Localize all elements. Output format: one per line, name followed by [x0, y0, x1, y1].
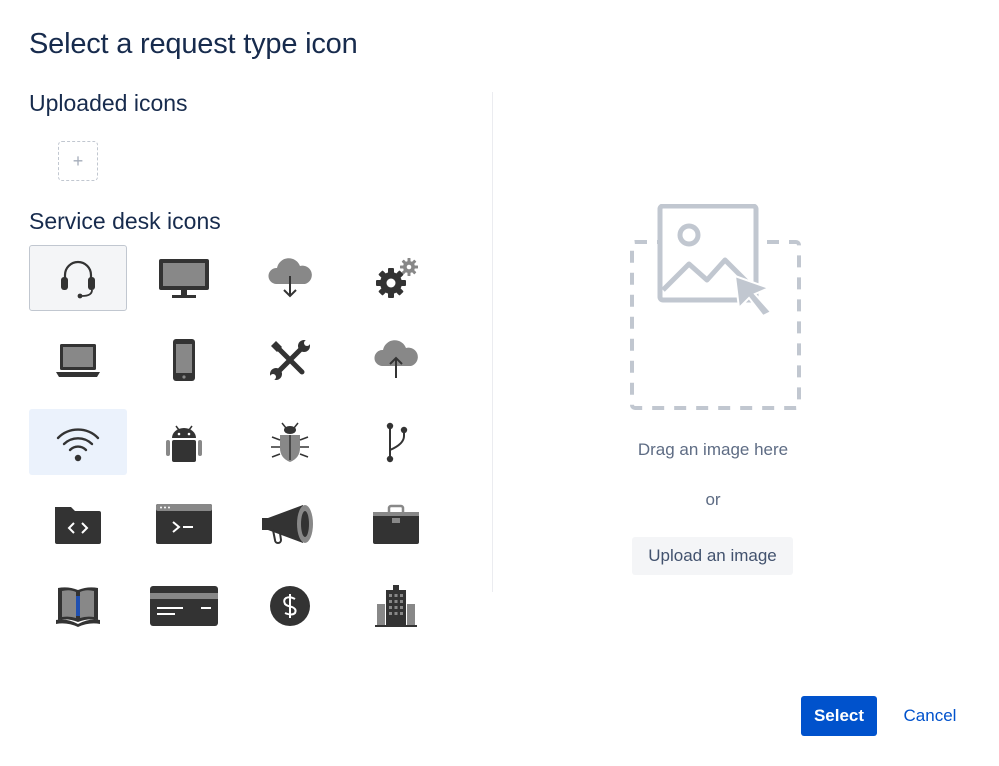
drag-image-hint: Drag an image here [637, 440, 789, 459]
laptop-icon [56, 344, 100, 377]
icon-option-partial-2[interactable] [135, 655, 233, 665]
icon-option-credit-card[interactable] [135, 573, 233, 639]
service-desk-icons-heading: Service desk icons [29, 208, 221, 234]
icon-option-laptop[interactable] [29, 327, 127, 393]
upload-image-button[interactable]: Upload an image [632, 537, 793, 575]
icon-option-briefcase[interactable] [347, 491, 445, 557]
icon-option-partial-3[interactable] [241, 655, 339, 665]
image-drop-zone[interactable]: Drag an image here or Upload an image [493, 92, 933, 592]
icon-option-bug[interactable] [241, 409, 339, 475]
icon-option-megaphone[interactable] [241, 491, 339, 557]
megaphone-icon [262, 505, 313, 544]
icon-option-code-folder[interactable] [29, 491, 127, 557]
monitor-icon [159, 259, 209, 298]
icon-option-git-branch[interactable] [347, 409, 445, 475]
uploaded-icons-heading: Uploaded icons [29, 90, 188, 116]
select-button[interactable]: Select [801, 696, 877, 736]
icon-option-monitor[interactable] [135, 245, 233, 311]
icon-option-headset[interactable] [29, 245, 127, 311]
icon-option-office-building[interactable] [347, 573, 445, 639]
icon-grid-scroll-area[interactable] [29, 245, 449, 665]
icon-option-gears[interactable] [347, 245, 445, 311]
icon-option-terminal[interactable] [135, 491, 233, 557]
icon-option-tools[interactable] [241, 327, 339, 393]
icon-option-cloud-download[interactable] [241, 245, 339, 311]
wifi-icon [56, 428, 100, 462]
briefcase-icon [373, 504, 419, 544]
gears-icon [376, 258, 418, 298]
terminal-icon [156, 504, 212, 544]
cloud-upload-icon [374, 340, 418, 378]
icon-option-book[interactable] [29, 573, 127, 639]
tools-icon [270, 340, 310, 380]
bug-icon [271, 422, 309, 462]
android-icon [166, 425, 202, 462]
icon-picker-dialog: Select a request type icon Uploaded icon… [0, 0, 999, 766]
icon-option-partial-1[interactable] [29, 655, 127, 665]
add-uploaded-icon-slot[interactable]: + [58, 141, 98, 181]
code-folder-icon [55, 507, 101, 544]
dialog-title: Select a request type icon [29, 28, 358, 60]
credit-card-icon [150, 586, 218, 626]
icon-option-android[interactable] [135, 409, 233, 475]
cloud-download-icon [268, 258, 312, 298]
book-icon [56, 587, 100, 627]
image-upload-icon [630, 204, 801, 410]
smartphone-icon [173, 339, 195, 381]
dollar-coin-icon [270, 586, 310, 626]
headset-icon [61, 260, 95, 299]
office-building-icon [375, 585, 417, 627]
plus-icon: + [72, 150, 84, 171]
or-separator: or [705, 490, 721, 509]
git-branch-icon [386, 422, 408, 463]
cancel-button[interactable]: Cancel [890, 696, 970, 736]
icon-option-partial-4[interactable] [347, 655, 445, 665]
icon-option-cloud-upload[interactable] [347, 327, 445, 393]
icon-option-dollar-coin[interactable] [241, 573, 339, 639]
icon-option-wifi[interactable] [29, 409, 127, 475]
icon-option-smartphone[interactable] [135, 327, 233, 393]
